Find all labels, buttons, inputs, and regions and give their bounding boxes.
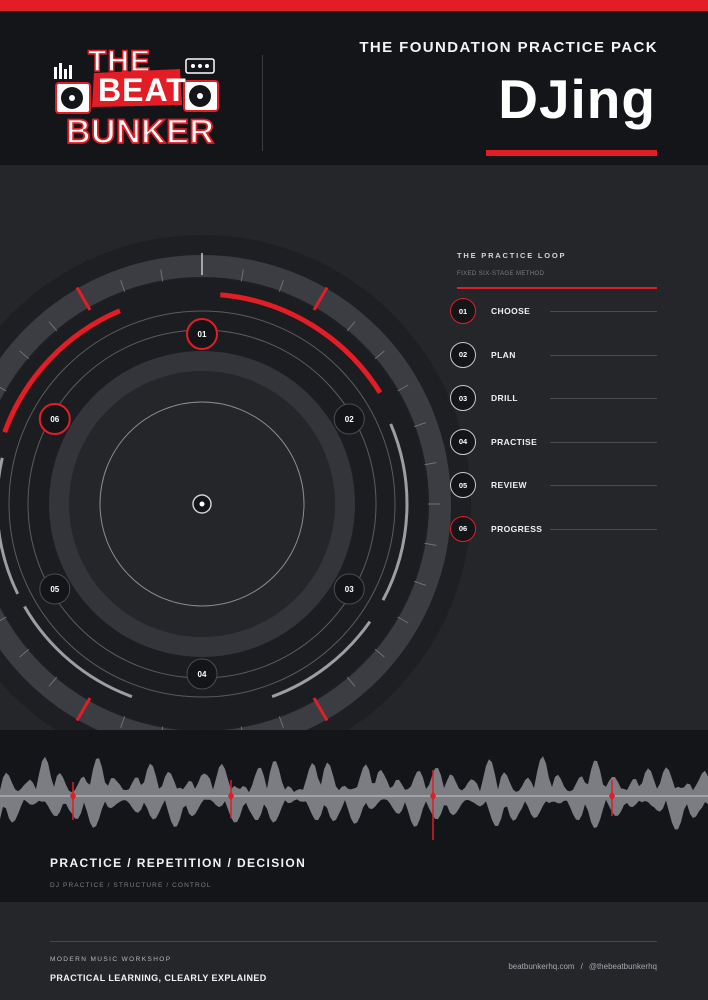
logo-word-bunker: BUNKER [66,113,214,151]
left-turntable-icon [54,63,91,114]
loop-line [550,441,657,443]
loop-label: CHOOSE [491,306,531,316]
waveform-band: PRACTICE / REPETITION / DECISION DJ PRAC… [0,730,708,902]
loop-label: DRILL [491,393,519,403]
loop-line [550,528,657,530]
hero-section: 01 02 03 04 05 06 THE PRACTICE LOOP FIXED SIX… [0,165,708,730]
website-link[interactable]: beatbunkerhq.com [508,962,574,971]
loop-badge: 06 [450,515,476,542]
dial-stage-node: 04 [186,658,218,690]
tagline-sub: DJ PRACTICE / STRUCTURE / CONTROL [50,882,212,889]
footer-headline: PRACTICAL LEARNING, CLEARLY EXPLAINED [50,973,267,983]
dial-stage-node: 05 [39,573,71,605]
loop-label: PROGRESS [491,523,543,534]
header: THE BEAT BUNKER THE FOUNDATION PRACTICE … [0,11,708,165]
practice-loop-subtitle: FIXED SIX-STAGE METHOD [457,271,545,277]
dial-stage-label: 03 [345,585,354,594]
loop-item-review: 05 REVIEW [450,472,657,500]
right-turntable-icon [183,58,219,112]
tagline: PRACTICE / REPETITION / DECISION [50,856,307,870]
dial-stage-node: 03 [333,573,365,605]
dial-stage-label: 06 [50,415,59,424]
dial-stage-label: 02 [345,415,354,424]
dial-stage-label: 04 [198,670,207,679]
practice-loop-rule [457,287,657,289]
dial-stage-node: 01 [186,318,218,350]
footer-rule [50,941,657,942]
audio-waveform [0,756,708,840]
loop-line [550,311,657,312]
loop-badge: 05 [450,472,476,498]
main-title: DJing [498,68,656,130]
footer-links: beatbunkerhq.com / @thebeatbunkerhq [508,962,657,971]
loop-item-practise: 04 PRACTISE [450,428,657,457]
beat-bunker-logo: THE BEAT BUNKER [54,44,219,152]
loop-item-plan: 02 PLAN [450,341,657,370]
footer-separator: / [580,962,583,971]
loop-badge: 04 [450,428,476,455]
footer-kicker: MODERN MUSIC WORKSHOP [50,956,172,963]
loop-badge: 02 [450,341,476,368]
loop-item-drill: 03 DRILL [450,385,657,413]
footer: MODERN MUSIC WORKSHOP PRACTICAL LEARNING… [0,902,708,1000]
center-spindle-icon [192,494,212,514]
loop-badge: 03 [450,385,476,411]
practice-loop-title: THE PRACTICE LOOP [457,251,567,260]
dial-stage-label: 05 [50,585,59,594]
loop-label: PLAN [491,349,516,360]
waveform-shape [0,756,708,830]
loop-item-choose: 01 CHOOSE [450,298,657,326]
loop-line [550,354,657,356]
logo-word-beat: BEAT [98,72,187,108]
dial-stage-node: 06 [38,403,71,435]
header-divider [262,55,263,151]
loop-item-progress: 06 PROGRESS [450,515,657,544]
dial-stage-label: 01 [198,330,207,339]
title-underline [486,150,657,156]
pack-title: THE FOUNDATION PRACTICE PACK [359,39,658,56]
dial-stage-node: 02 [333,403,365,435]
loop-badge: 01 [450,298,476,324]
social-handle-link[interactable]: @thebeatbunkerhq [589,962,657,971]
loop-label: REVIEW [491,480,527,490]
loop-label: PRACTISE [491,436,538,447]
practice-loop-panel: THE PRACTICE LOOP FIXED SIX-STAGE METHOD… [450,251,657,542]
top-accent-bar [0,0,708,11]
loop-line [550,485,657,486]
loop-line [550,398,657,399]
